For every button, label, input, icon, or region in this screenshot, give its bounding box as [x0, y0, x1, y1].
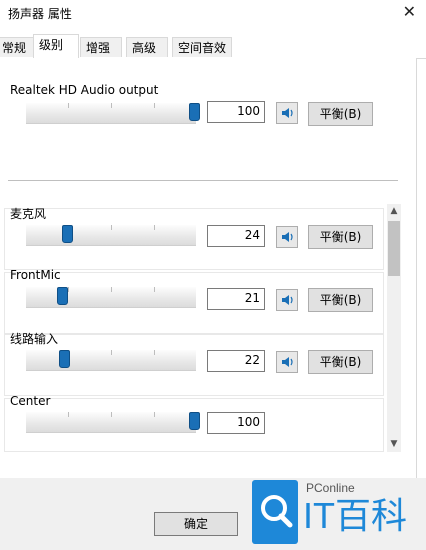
frontmic-speaker-icon[interactable] — [276, 289, 298, 311]
tab-strip: 常规 级别 增强 高级 空间音效 — [0, 34, 426, 59]
close-icon[interactable]: ✕ — [403, 2, 416, 21]
line-in-slider-thumb[interactable] — [59, 350, 70, 368]
line-in-balance-button[interactable]: 平衡(B) — [308, 350, 373, 374]
tab-general[interactable]: 常规 — [0, 37, 34, 57]
line-in-speaker-icon[interactable] — [276, 351, 298, 373]
line-in-slider[interactable] — [26, 350, 196, 371]
watermark-name: IT百科 — [303, 495, 407, 536]
line-in-volume-field[interactable]: 22 — [207, 350, 265, 372]
center-slider[interactable] — [26, 412, 200, 433]
center-volume-field[interactable]: 100 — [207, 412, 265, 434]
window-title: 扬声器 属性 — [8, 7, 72, 21]
center-slider-thumb[interactable] — [189, 412, 200, 430]
master-volume-field[interactable]: 100 — [207, 101, 265, 123]
scroll-up-icon[interactable]: ▲ — [387, 206, 401, 216]
master-speaker-icon[interactable] — [276, 102, 298, 124]
microphone-balance-button[interactable]: 平衡(B) — [308, 225, 373, 249]
frontmic-slider[interactable] — [26, 287, 196, 308]
frontmic-slider-thumb[interactable] — [57, 287, 68, 305]
watermark-logo-icon — [252, 480, 298, 544]
tab-levels[interactable]: 级别 — [33, 34, 79, 59]
microphone-volume-field[interactable]: 24 — [207, 225, 265, 247]
microphone-slider-thumb[interactable] — [62, 225, 73, 243]
master-balance-button[interactable]: 平衡(B) — [308, 102, 373, 126]
vertical-scrollbar[interactable]: ▲ ▼ — [387, 204, 401, 452]
master-label: Realtek HD Audio output — [10, 83, 159, 97]
scrollbar-thumb[interactable] — [388, 221, 400, 276]
tab-enhancements[interactable]: 增强 — [80, 37, 122, 57]
microphone-speaker-icon[interactable] — [276, 226, 298, 248]
frontmic-volume-field[interactable]: 21 — [207, 288, 265, 310]
watermark-brand: PConline — [306, 481, 355, 495]
title-bar: 扬声器 属性 ✕ — [0, 0, 426, 30]
scroll-down-icon[interactable]: ▼ — [387, 439, 401, 449]
channel-label-line-in: 线路输入 — [10, 332, 59, 346]
tab-advanced[interactable]: 高级 — [126, 37, 168, 57]
separator — [8, 180, 398, 181]
channel-label-microphone: 麦克风 — [10, 207, 47, 221]
master-slider-thumb[interactable] — [189, 103, 200, 121]
channel-label-center: Center — [10, 394, 51, 408]
tab-spatial-sound[interactable]: 空间音效 — [172, 37, 232, 57]
ok-button[interactable]: 确定 — [154, 512, 238, 536]
microphone-slider[interactable] — [26, 225, 196, 246]
channel-label-frontmic: FrontMic — [10, 268, 61, 282]
frontmic-balance-button[interactable]: 平衡(B) — [308, 288, 373, 312]
master-slider[interactable] — [26, 103, 200, 124]
